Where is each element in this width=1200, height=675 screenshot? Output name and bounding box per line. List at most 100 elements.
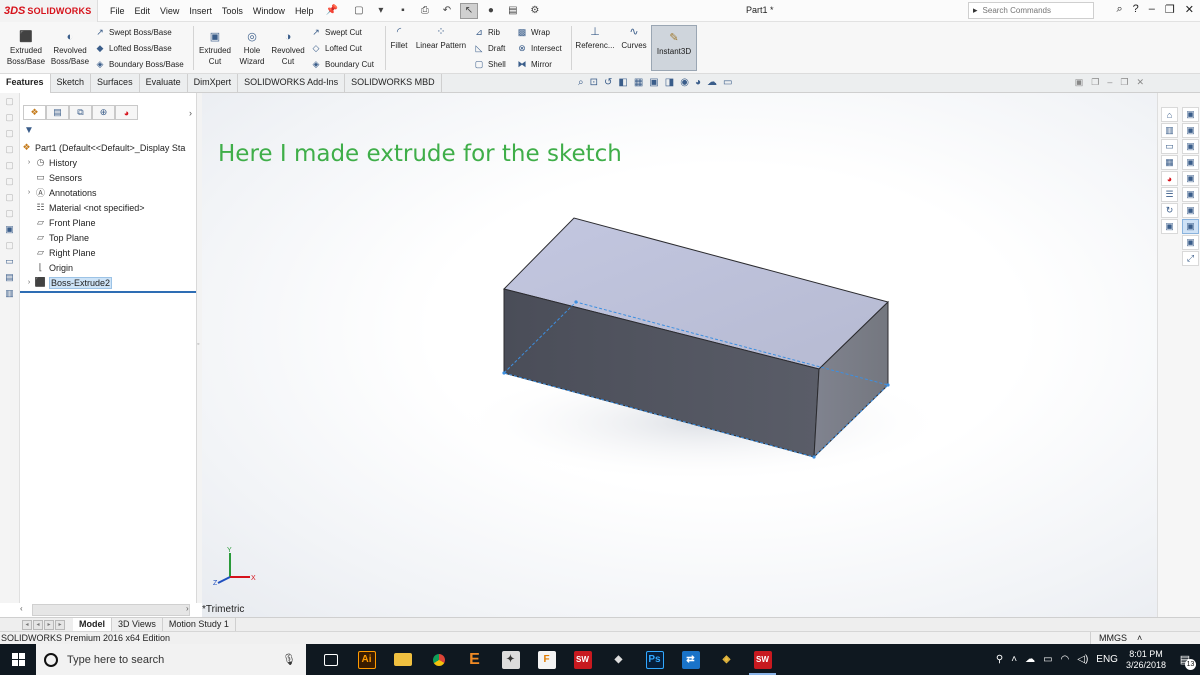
zoom-area-icon[interactable]: ⊡ <box>590 77 598 88</box>
print-icon[interactable]: ⎙ <box>416 3 434 19</box>
displaymanager-tab-icon[interactable]: ◕ <box>115 105 138 120</box>
view-settings-icon[interactable]: ▭ <box>723 77 732 88</box>
file-properties-icon[interactable]: ▤ <box>504 3 522 19</box>
tree-item-material[interactable]: ☷ Material <not specified> <box>20 200 196 215</box>
last-tab-icon[interactable]: ▸ <box>55 619 65 630</box>
tree-item-sensors[interactable]: ▭ Sensors <box>20 170 196 185</box>
strip-icon[interactable]: ▣ <box>0 221 19 237</box>
expand-icon[interactable]: › <box>24 159 34 166</box>
section-view-icon[interactable]: ◧ <box>618 77 627 88</box>
clock[interactable]: 8:01 PM 3/26/2018 <box>1126 649 1166 671</box>
task-view-button[interactable] <box>314 644 347 675</box>
tab-dimxpert[interactable]: DimXpert <box>188 74 239 93</box>
view-back-icon[interactable]: ▣ <box>1182 123 1199 138</box>
wrap-button[interactable]: ▩ Wrap <box>516 27 550 38</box>
revolved-boss-button[interactable]: ◐ Revolved Boss/Base <box>50 32 90 67</box>
tab-model[interactable]: Model <box>73 617 112 632</box>
tree-item-origin[interactable]: ⌊ Origin <box>20 260 196 275</box>
normal-to-icon[interactable]: ⤢ <box>1182 251 1199 266</box>
tab-evaluate[interactable]: Evaluate <box>140 74 188 93</box>
configurationmanager-tab-icon[interactable]: ⧉ <box>69 105 92 120</box>
help-icon[interactable]: ? <box>1133 3 1139 16</box>
doc-close-icon[interactable]: ✕ <box>1136 77 1144 88</box>
instant3d-button[interactable]: ✎ Instant3D <box>651 25 697 71</box>
view-top-icon[interactable]: ▣ <box>1182 171 1199 186</box>
undo-icon[interactable]: ↶ <box>438 3 456 19</box>
rollback-bar[interactable] <box>20 291 196 293</box>
view-iso-icon[interactable]: ▣ <box>1182 203 1199 218</box>
expand-icon[interactable]: › <box>24 189 34 196</box>
minimize-icon[interactable]: – <box>1149 3 1155 16</box>
design-library-icon[interactable]: ▥ <box>1161 123 1178 138</box>
revolved-cut-button[interactable]: ◑ Revolved Cut <box>269 32 307 67</box>
tab-addins[interactable]: SOLIDWORKS Add-Ins <box>238 74 346 93</box>
menu-edit[interactable]: Edit <box>135 6 151 16</box>
horizontal-scrollbar[interactable] <box>32 604 190 616</box>
fillet-button[interactable]: ◜ Fillet <box>388 27 410 51</box>
doc-minimize-icon[interactable]: – <box>1107 77 1112 88</box>
microphone-icon[interactable]: 🎙 <box>282 653 296 666</box>
hide-show-icon[interactable]: ◉ <box>680 77 689 88</box>
strip-icon[interactable]: ▢ <box>0 157 19 173</box>
people-icon[interactable]: ⚲ <box>996 654 1003 665</box>
strip-icon[interactable]: ▢ <box>0 189 19 205</box>
view-palette-icon[interactable]: ▦ <box>1161 155 1178 170</box>
strip-icon[interactable]: ▢ <box>0 173 19 189</box>
rebuild-icon[interactable]: ● <box>482 3 500 19</box>
select-pointer-icon[interactable]: ↖ <box>459 2 478 19</box>
keyshot-app[interactable]: ◆ <box>602 644 635 675</box>
open-file-icon[interactable]: ▾ <box>372 3 390 19</box>
tab-3d-views[interactable]: 3D Views <box>112 617 163 632</box>
action-center-button[interactable]: ▤ 13 <box>1174 650 1196 670</box>
tree-root-part1[interactable]: ❖ Part1 (Default<<Default>_Display Sta <box>20 140 196 155</box>
view-left-icon[interactable]: ▣ <box>1182 139 1199 154</box>
search-commands-input[interactable] <box>982 6 1083 15</box>
lofted-boss-button[interactable]: ◆ Lofted Boss/Base <box>94 43 172 54</box>
tree-item-annotations[interactable]: › Ⓐ Annotations <box>20 185 196 200</box>
tab-motion-study[interactable]: Motion Study 1 <box>163 617 236 632</box>
strip-icon[interactable]: ▢ <box>0 141 19 157</box>
teamviewer-app[interactable]: ⇄ <box>674 644 707 675</box>
tree-item-front-plane[interactable]: ▱ Front Plane <box>20 215 196 230</box>
featuremanager-tab-icon[interactable]: ❖ <box>23 105 46 120</box>
taskbar-search[interactable]: Type here to search 🎙 <box>36 644 306 675</box>
resources-icon[interactable]: ↻ <box>1161 203 1178 218</box>
expand-icon[interactable]: › <box>24 279 34 286</box>
search-commands-box[interactable]: ▸ <box>968 2 1094 19</box>
strip-icon[interactable]: ▢ <box>0 93 19 109</box>
prev-tab-icon[interactable]: ◂ <box>33 619 43 630</box>
menu-view[interactable]: View <box>160 6 179 16</box>
close-icon[interactable]: ✕ <box>1185 3 1194 16</box>
home-icon[interactable]: ⌂ <box>1161 107 1178 122</box>
mirror-button[interactable]: ⧓ Mirror <box>516 59 552 70</box>
intersect-button[interactable]: ⊗ Intersect <box>516 43 561 54</box>
tab-sketch[interactable]: Sketch <box>51 74 92 93</box>
filter-icon[interactable]: ▼ <box>24 125 196 138</box>
scene-icon[interactable]: ☁ <box>707 77 717 88</box>
solidworks-logo[interactable]: 3DS SOLIDWORKS <box>0 0 98 22</box>
doc-restore-icon[interactable]: ❐ <box>1120 77 1128 88</box>
strip-icon[interactable]: ▢ <box>0 205 19 221</box>
view-bottom-icon[interactable]: ▣ <box>1182 187 1199 202</box>
menu-window[interactable]: Window <box>253 6 285 16</box>
view-trimetric-icon[interactable]: ▣ <box>1182 219 1199 234</box>
volume-icon[interactable]: ◁) <box>1077 654 1088 665</box>
graphics-area[interactable]: Here I made extrude for the sketch Y X Z… <box>202 93 1157 618</box>
extruded-boss-button[interactable]: ⬛ Extruded Boss/Base <box>6 32 46 67</box>
strip-icon[interactable]: ▢ <box>0 109 19 125</box>
view-right-icon[interactable]: ▣ <box>1182 155 1199 170</box>
menu-insert[interactable]: Insert <box>189 6 212 16</box>
swept-boss-button[interactable]: ↗ Swept Boss/Base <box>94 27 171 38</box>
scroll-left-icon[interactable]: ‹ <box>20 604 23 613</box>
start-button[interactable] <box>0 644 36 675</box>
strip-icon[interactable]: ▢ <box>0 237 19 253</box>
file-explorer-app[interactable] <box>386 644 419 675</box>
strip-icon[interactable]: ▤ <box>0 269 19 285</box>
colorful-app[interactable]: ◈ <box>710 644 743 675</box>
restore-icon[interactable]: ❐ <box>1165 3 1175 16</box>
dimxpertmanager-tab-icon[interactable]: ⊕ <box>92 105 115 120</box>
zoom-to-fit-icon[interactable]: ⌕ <box>578 77 584 88</box>
boundary-cut-button[interactable]: ◈ Boundary Cut <box>310 59 374 70</box>
solidworks-running-app[interactable]: SW <box>746 644 779 675</box>
view-dimetric-icon[interactable]: ▣ <box>1182 235 1199 250</box>
